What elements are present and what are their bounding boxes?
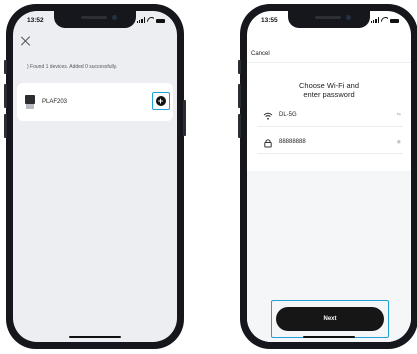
volume-up-button bbox=[238, 84, 241, 108]
wifi-icon bbox=[263, 112, 273, 120]
close-icon[interactable] bbox=[21, 36, 31, 46]
page-title: Choose Wi-Fi and enter password bbox=[298, 81, 360, 99]
status-time: 13:55 bbox=[261, 17, 278, 24]
left-screen: 13:52 ) Found 1 devices. Added 0 success… bbox=[13, 11, 177, 342]
notch bbox=[288, 11, 370, 28]
lock-icon bbox=[264, 139, 272, 148]
status-icons bbox=[370, 17, 399, 23]
stage: 13:52 ) Found 1 devices. Added 0 success… bbox=[0, 0, 417, 354]
volume-up-button bbox=[4, 84, 7, 108]
wifi-status-icon bbox=[381, 17, 388, 23]
mute-switch bbox=[238, 60, 241, 74]
status-icons bbox=[136, 17, 165, 23]
left-phone: 13:52 ) Found 1 devices. Added 0 success… bbox=[4, 4, 186, 349]
power-button bbox=[183, 100, 186, 136]
devices-found-text: ) Found 1 devices. Added 0 successfully. bbox=[27, 64, 118, 70]
right-phone: 13:55 Cancel Choose Wi-Fi and enter pass… bbox=[238, 4, 417, 349]
home-indicator[interactable] bbox=[303, 335, 355, 338]
volume-down-button bbox=[238, 114, 241, 138]
switch-network-icon[interactable]: ⇆ bbox=[397, 112, 401, 118]
volume-down-button bbox=[4, 114, 7, 138]
device-card[interactable]: PLAF203 + bbox=[17, 83, 173, 121]
signal-icon bbox=[136, 17, 145, 23]
status-time: 13:52 bbox=[27, 17, 44, 24]
eye-icon[interactable]: ◉ bbox=[397, 139, 401, 145]
add-device-button[interactable]: + bbox=[155, 95, 166, 106]
wifi-password-value: 88888888 bbox=[279, 139, 306, 145]
add-button-highlight: + bbox=[152, 92, 170, 110]
cancel-button[interactable]: Cancel bbox=[251, 51, 270, 57]
next-button-highlight: Next bbox=[271, 300, 389, 338]
notch bbox=[54, 11, 136, 28]
header-divider bbox=[247, 62, 411, 63]
battery-icon bbox=[156, 18, 165, 23]
wifi-ssid-field[interactable]: DL-5G ⇆ bbox=[257, 106, 403, 126]
home-indicator[interactable] bbox=[69, 335, 121, 338]
wifi-password-field[interactable]: 88888888 ◉ bbox=[257, 133, 403, 153]
battery-icon bbox=[390, 18, 399, 23]
field-divider bbox=[257, 153, 403, 154]
device-name: PLAF203 bbox=[42, 99, 68, 105]
wifi-status-icon bbox=[147, 17, 154, 23]
next-button[interactable]: Next bbox=[276, 307, 384, 331]
feeder-device-icon bbox=[25, 95, 35, 109]
signal-icon bbox=[370, 17, 379, 23]
field-divider bbox=[257, 126, 403, 127]
mute-switch bbox=[4, 60, 7, 74]
wifi-ssid-value: DL-5G bbox=[279, 112, 297, 118]
right-screen: 13:55 Cancel Choose Wi-Fi and enter pass… bbox=[247, 11, 411, 342]
